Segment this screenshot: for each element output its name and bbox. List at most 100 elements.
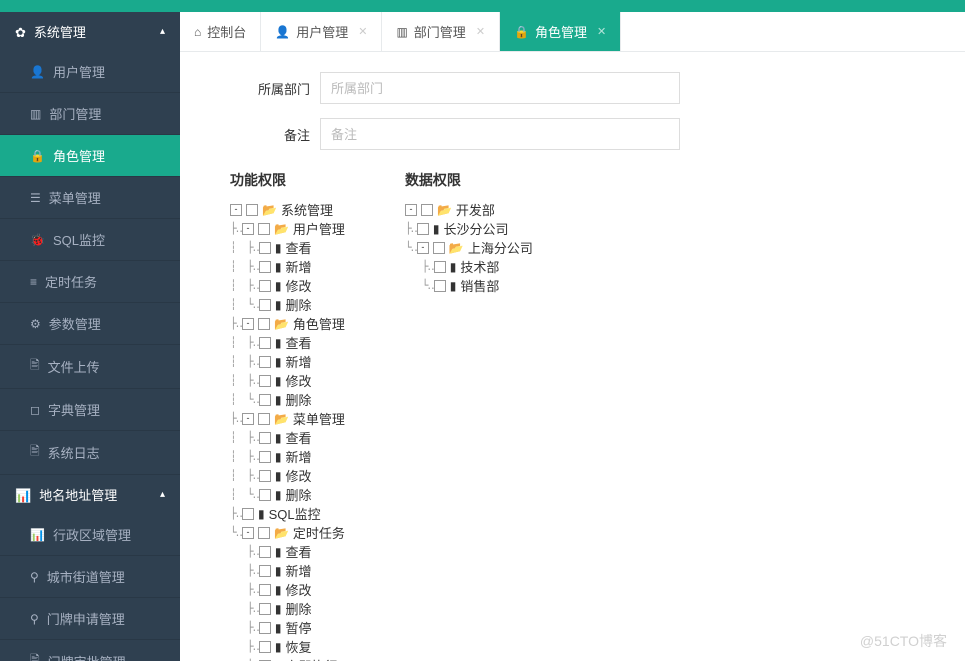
sidebar-item-menu[interactable]: ☰菜单管理	[0, 177, 180, 219]
tree-checkbox[interactable]	[417, 223, 429, 235]
home-icon: ⌂	[194, 25, 201, 39]
sidebar-item-role[interactable]: 🔒角色管理	[0, 135, 180, 177]
tree-checkbox[interactable]	[259, 546, 271, 558]
tree-label[interactable]: 用户管理	[293, 219, 345, 238]
tree-label[interactable]: 恢复	[285, 637, 311, 656]
sidebar-item-upload[interactable]: 🖹文件上传	[0, 345, 180, 389]
tree-checkbox[interactable]	[421, 204, 433, 216]
tree-label[interactable]: SQL监控	[269, 504, 321, 523]
tree-label[interactable]: 定时任务	[293, 523, 345, 542]
tree-label[interactable]: 新增	[285, 352, 311, 371]
expand-toggle[interactable]: -	[242, 223, 254, 235]
tree-label[interactable]: 上海分公司	[468, 238, 533, 257]
tree-checkbox[interactable]	[434, 261, 446, 273]
tree-checkbox[interactable]	[258, 318, 270, 330]
tree-label[interactable]: 系统管理	[281, 200, 333, 219]
tab-console[interactable]: ⌂控制台	[180, 12, 261, 51]
tree-checkbox[interactable]	[259, 641, 271, 653]
tree-checkbox[interactable]	[258, 527, 270, 539]
sidebar-group-address[interactable]: 📊地名地址管理 ▴	[0, 475, 180, 514]
tree-checkbox[interactable]	[259, 356, 271, 368]
tree-label[interactable]: 角色管理	[293, 314, 345, 333]
sidebar-item-params[interactable]: ⚙参数管理	[0, 303, 180, 345]
close-icon[interactable]: ✕	[597, 25, 606, 38]
tab-bar: ⌂控制台 👤用户管理✕ ▥部门管理✕ 🔒角色管理✕	[180, 12, 965, 52]
tree-checkbox[interactable]	[259, 337, 271, 349]
tree-checkbox[interactable]	[259, 603, 271, 615]
tree-checkbox[interactable]	[259, 584, 271, 596]
tree-label[interactable]: 查看	[285, 333, 311, 352]
tree-checkbox[interactable]	[259, 375, 271, 387]
tree-checkbox[interactable]	[259, 299, 271, 311]
tree-label[interactable]: 删除	[285, 485, 311, 504]
tree-checkbox[interactable]	[259, 622, 271, 634]
tree-checkbox[interactable]	[242, 508, 254, 520]
tree-checkbox[interactable]	[259, 261, 271, 273]
tab-user[interactable]: 👤用户管理✕	[261, 12, 382, 51]
tree-label[interactable]: 立即执行	[285, 656, 337, 661]
chart-icon: 📊	[15, 488, 31, 503]
tree-connector: ┆ ├‥	[230, 279, 259, 292]
sidebar-group-system[interactable]: ✿系统管理 ▴	[0, 12, 180, 51]
sidebar-item-user[interactable]: 👤用户管理	[0, 51, 180, 93]
tree-checkbox[interactable]	[259, 451, 271, 463]
tree-label[interactable]: 查看	[285, 428, 311, 447]
tree-checkbox[interactable]	[259, 470, 271, 482]
sidebar-item-apply[interactable]: ⚲门牌申请管理	[0, 598, 180, 640]
sidebar-item-street[interactable]: ⚲城市街道管理	[0, 556, 180, 598]
sidebar-item-label: 用户管理	[53, 62, 105, 81]
tree-node: ├‥▮SQL监控	[230, 504, 345, 523]
expand-toggle[interactable]: -	[230, 204, 242, 216]
expand-toggle[interactable]: -	[242, 413, 254, 425]
tree-label[interactable]: 暂停	[285, 618, 311, 637]
tree-label[interactable]: 新增	[285, 257, 311, 276]
sidebar-item-sql[interactable]: 🐞SQL监控	[0, 219, 180, 261]
expand-toggle[interactable]: -	[405, 204, 417, 216]
close-icon[interactable]: ✕	[358, 25, 367, 38]
tree-label[interactable]: 销售部	[460, 276, 499, 295]
tree-checkbox[interactable]	[434, 280, 446, 292]
tree-checkbox[interactable]	[258, 413, 270, 425]
sidebar-item-schedule[interactable]: ≡定时任务	[0, 261, 180, 303]
tab-dept[interactable]: ▥部门管理✕	[382, 12, 500, 51]
tree-checkbox[interactable]	[259, 565, 271, 577]
tree-checkbox[interactable]	[259, 432, 271, 444]
expand-toggle[interactable]: -	[417, 242, 429, 254]
tree-label[interactable]: 新增	[285, 447, 311, 466]
tree-label[interactable]: 修改	[285, 466, 311, 485]
sidebar-item-region[interactable]: 📊行政区域管理	[0, 514, 180, 556]
tree-label[interactable]: 删除	[285, 295, 311, 314]
file-icon: 🖹	[30, 356, 40, 377]
tree-checkbox[interactable]	[259, 394, 271, 406]
expand-toggle[interactable]: -	[242, 527, 254, 539]
remark-input[interactable]	[320, 118, 680, 150]
tree-label[interactable]: 新增	[285, 561, 311, 580]
tree-label[interactable]: 菜单管理	[293, 409, 345, 428]
tree-label[interactable]: 技术部	[460, 257, 499, 276]
tree-label[interactable]: 长沙分公司	[444, 219, 509, 238]
sidebar-item-dept[interactable]: ▥部门管理	[0, 93, 180, 135]
sidebar-item-approve[interactable]: 🖹门牌审批管理	[0, 640, 180, 661]
tree-label[interactable]: 查看	[285, 238, 311, 257]
tree-checkbox[interactable]	[246, 204, 258, 216]
tree-label[interactable]: 修改	[285, 276, 311, 295]
tree-checkbox[interactable]	[258, 223, 270, 235]
tree-label[interactable]: 删除	[285, 599, 311, 618]
tree-label[interactable]: 修改	[285, 371, 311, 390]
tree-checkbox[interactable]	[433, 242, 445, 254]
sidebar-item-log[interactable]: 🖹系统日志	[0, 431, 180, 475]
tab-role[interactable]: 🔒角色管理✕	[500, 12, 621, 51]
tree-checkbox[interactable]	[259, 489, 271, 501]
close-icon[interactable]: ✕	[476, 25, 485, 38]
tree-checkbox[interactable]	[259, 280, 271, 292]
expand-toggle[interactable]: -	[242, 318, 254, 330]
sidebar-item-dict[interactable]: ◻字典管理	[0, 389, 180, 431]
remark-label: 备注	[230, 125, 310, 144]
tree-label[interactable]: 修改	[285, 580, 311, 599]
dept-input[interactable]	[320, 72, 680, 104]
tree-label[interactable]: 查看	[285, 542, 311, 561]
tree-label[interactable]: 删除	[285, 390, 311, 409]
tree-label[interactable]: 开发部	[456, 200, 495, 219]
tree-node: └‥-📂上海分公司	[405, 238, 533, 257]
tree-checkbox[interactable]	[259, 242, 271, 254]
